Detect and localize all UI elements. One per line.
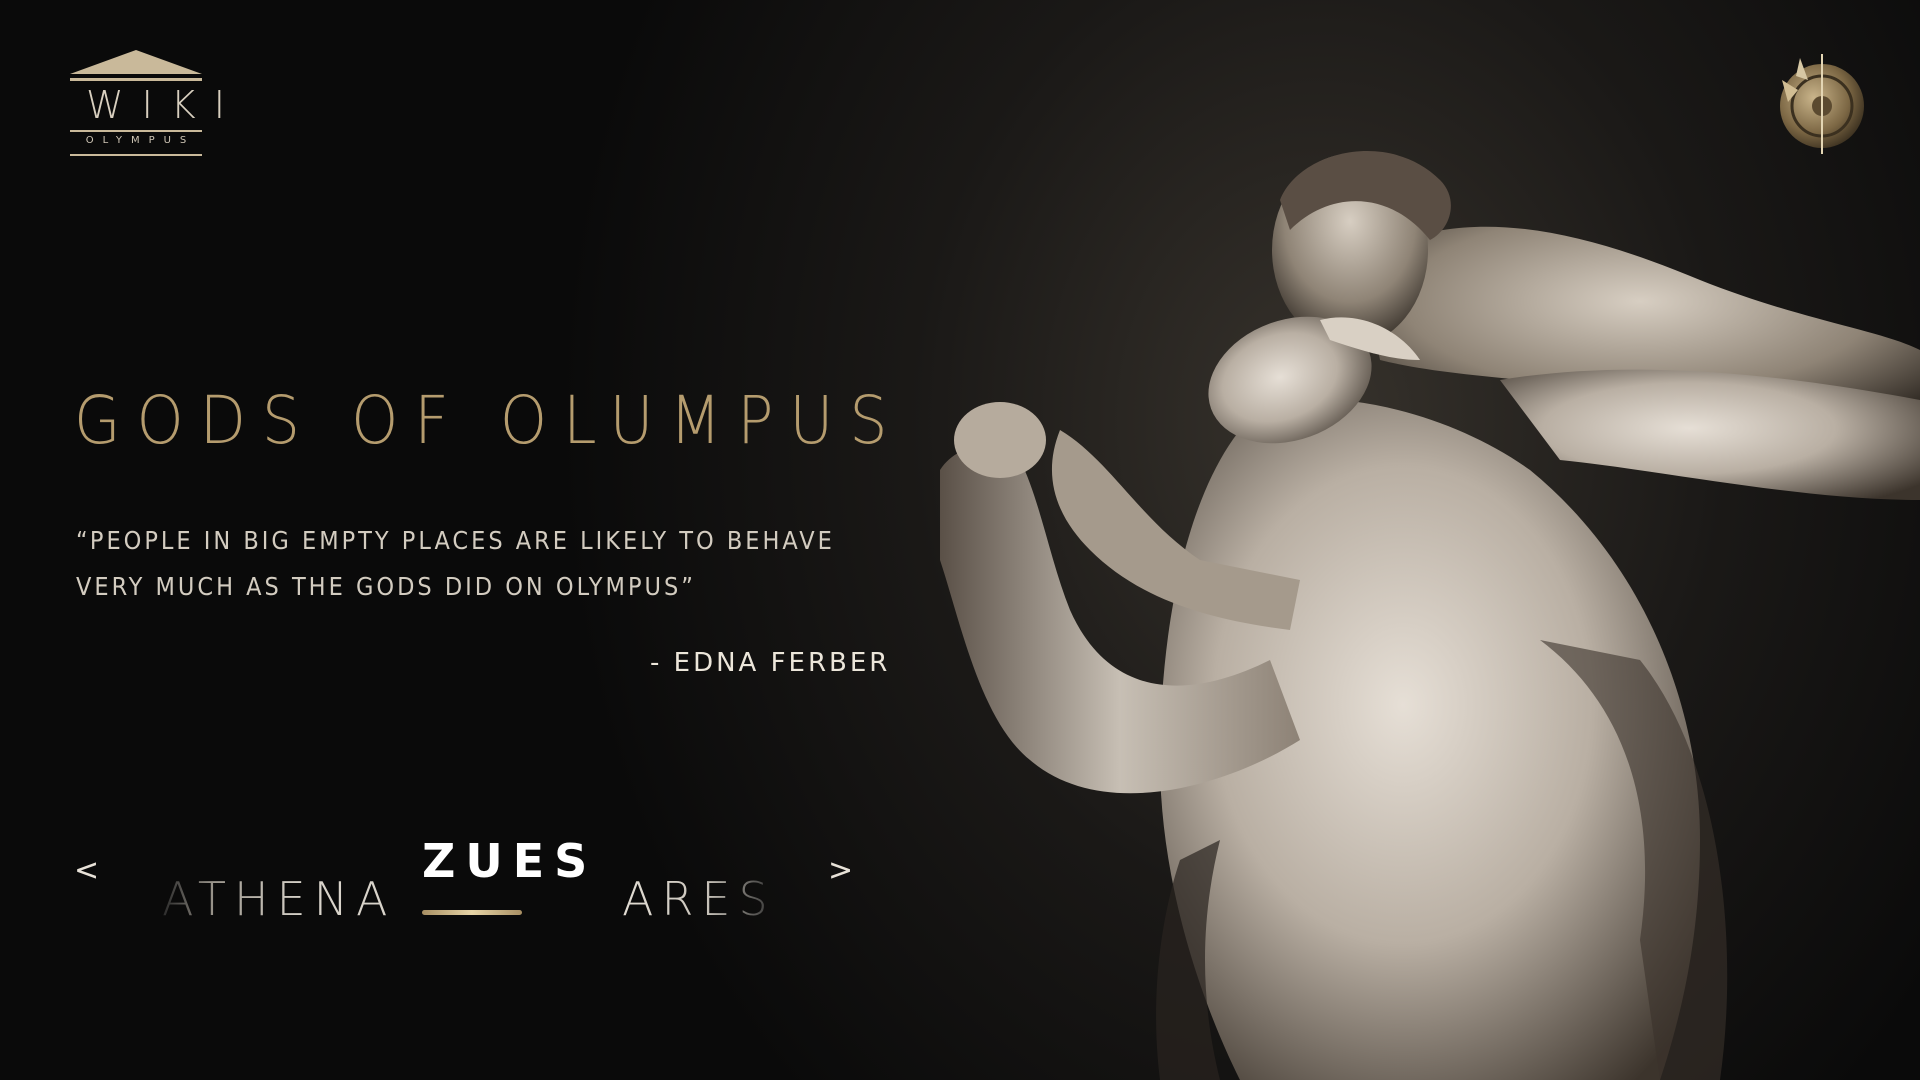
carousel-item-athena[interactable]: ATHENA (162, 876, 396, 922)
logo-divider (70, 78, 202, 81)
quote-author: - EDNA FERBER (650, 648, 891, 678)
active-item-underline (422, 910, 522, 915)
statue-image (940, 151, 1920, 1080)
temple-icon (70, 50, 202, 74)
logo-subtitle: OLYMPUS (85, 135, 196, 146)
logo-divider (70, 154, 202, 156)
wiki-olympus-logo[interactable]: WIKI OLYMPUS (68, 48, 243, 163)
carousel-item-ares[interactable]: ARES (622, 876, 776, 922)
hero-quote: “PEOPLE IN BIG EMPTY PLACES ARE LIKELY T… (76, 526, 835, 601)
logo-divider (70, 130, 202, 132)
logo-word: WIKI (86, 83, 243, 127)
carousel-item-zues[interactable]: ZUES (422, 838, 597, 884)
carousel-prev-button[interactable]: < (74, 856, 99, 886)
shield-icon[interactable] (1770, 50, 1866, 158)
page-title: GODS OF OLUMPUS (74, 382, 904, 460)
carousel-next-button[interactable]: > (828, 856, 853, 886)
